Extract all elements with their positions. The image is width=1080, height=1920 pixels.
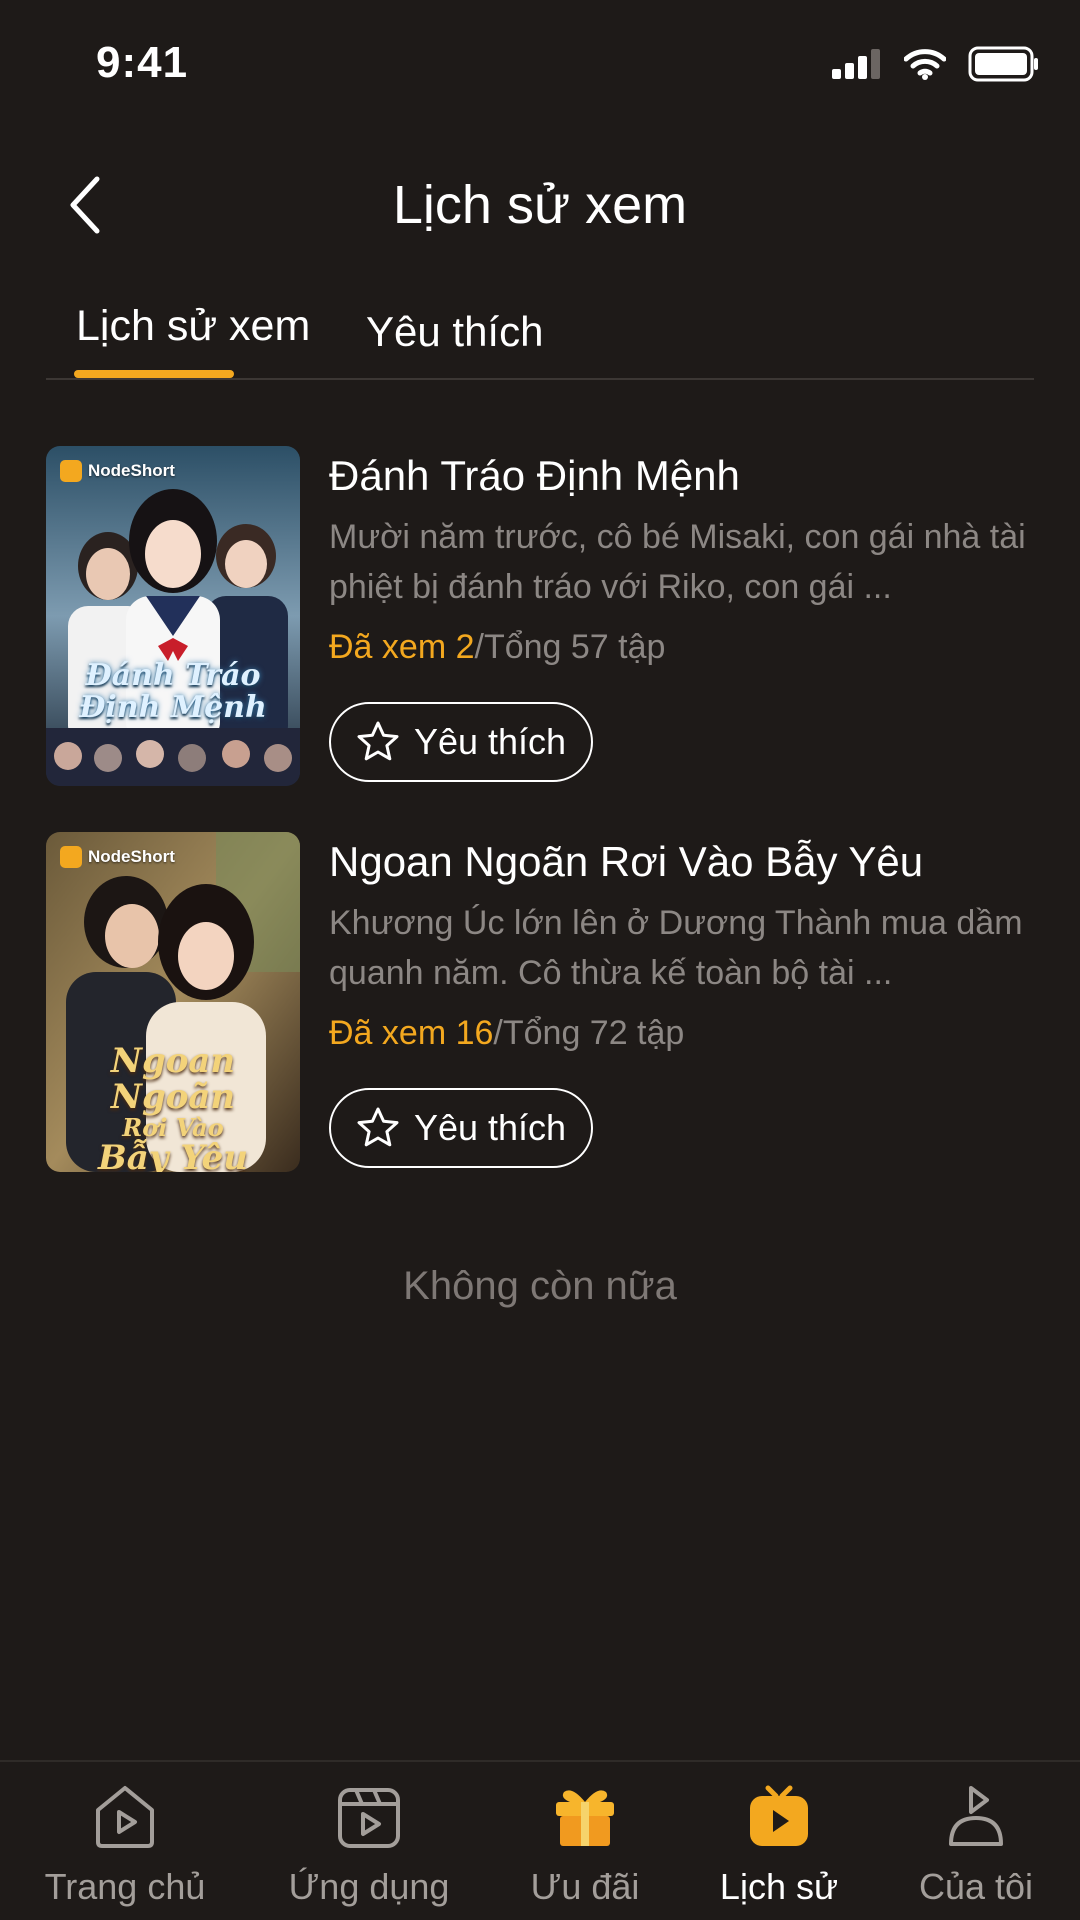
brand-logo-icon — [60, 460, 82, 482]
status-bar: 9:41 — [0, 0, 1080, 130]
poster-title-line: Ngoan Ngoãn — [110, 1041, 236, 1117]
favorite-button[interactable]: Yêu thích — [329, 702, 593, 782]
list-item: NodeShort Ngoan Ngoãn Rơi Vào Bẫy Yêu Ng… — [46, 832, 1036, 1172]
list-item: NodeShort Đánh Tráo Định Mệnh Đánh Tráo … — [46, 446, 1036, 786]
drama-description: Khương Úc lớn lên ở Dương Thành mua dầm … — [329, 904, 1023, 992]
active-tab-indicator — [74, 370, 234, 378]
poster-image[interactable]: NodeShort Đánh Tráo Định Mệnh — [46, 446, 300, 786]
watch-progress: Đã xem 16/Tổng 72 tập — [329, 1008, 1029, 1058]
end-of-list-text: Không còn nữa — [403, 1264, 677, 1308]
page-title: Lịch sử xem — [392, 175, 688, 235]
watch-history-screen: 9:41 Lịch sử xem Lịch sử xem Yêu thích N… — [0, 0, 1080, 1920]
profile-icon — [949, 1786, 1003, 1846]
nav-label: Ưu đãi — [530, 1866, 640, 1907]
poster-title-line: Bẫy Yêu — [97, 1137, 249, 1172]
poster-brand-text: NodeShort — [88, 461, 175, 480]
nav-item-profile[interactable]: Của tôi — [876, 1780, 1076, 1908]
nav-label: Của tôi — [918, 1866, 1034, 1907]
tv-play-icon — [750, 1785, 808, 1846]
clapperboard-icon — [338, 1788, 400, 1848]
poster-title: Ngoan Ngoãn Rơi Vào Bẫy Yêu — [46, 1041, 300, 1172]
tab-watch-history[interactable]: Lịch sử xem — [76, 302, 310, 351]
gift-icon — [556, 1790, 614, 1846]
brand-logo-icon — [60, 846, 82, 868]
nav-item-offers[interactable]: Ưu đãi — [485, 1780, 685, 1908]
episodes-watched: Đã xem 16 — [329, 1014, 494, 1052]
poster-title-line: Định Mệnh — [79, 689, 267, 725]
tab-favorites[interactable]: Yêu thích — [366, 308, 543, 356]
signal-icon — [832, 49, 882, 84]
poster-title-line: Rơi Vào — [122, 1113, 224, 1143]
bottom-nav: Trang chủ Ứng dụng Ưu đãi Lịch sử Của tô… — [0, 1760, 1080, 1920]
drama-title[interactable]: Đánh Tráo Định Mệnh — [329, 446, 1029, 506]
header: Lịch sử xem — [0, 150, 1080, 260]
watch-progress: Đã xem 2/Tổng 57 tập — [329, 622, 1029, 672]
favorite-button[interactable]: Yêu thích — [329, 1088, 593, 1168]
poster-image[interactable]: NodeShort Ngoan Ngoãn Rơi Vào Bẫy Yêu — [46, 832, 300, 1172]
poster-title: Đánh Tráo Định Mệnh — [46, 660, 300, 723]
nav-item-home[interactable]: Trang chủ — [25, 1780, 225, 1908]
tab-bar: Lịch sử xem Yêu thích — [46, 290, 1034, 380]
star-icon — [357, 1107, 399, 1147]
episodes-total: /Tổng 72 tập — [493, 1014, 685, 1052]
item-info: Ngoan Ngoãn Rơi Vào Bẫy Yêu Khương Úc lớ… — [329, 832, 1029, 1168]
drama-description: Mười năm trước, cô bé Misaki, con gái nh… — [329, 518, 1026, 606]
poster-brand-text: NodeShort — [88, 847, 175, 866]
history-list: NodeShort Đánh Tráo Định Mệnh Đánh Tráo … — [46, 446, 1036, 1218]
drama-title[interactable]: Ngoan Ngoãn Rơi Vào Bẫy Yêu — [329, 832, 1029, 892]
nav-item-apps[interactable]: Ứng dụng — [269, 1780, 469, 1908]
status-icons — [832, 46, 1040, 87]
star-icon — [357, 721, 399, 761]
episodes-watched: Đã xem 2 — [329, 628, 475, 666]
nav-item-history[interactable]: Lịch sử — [679, 1780, 879, 1908]
item-info: Đánh Tráo Định Mệnh Mười năm trước, cô b… — [329, 446, 1029, 782]
home-play-icon — [96, 1786, 154, 1848]
nav-label: Ứng dụng — [288, 1866, 450, 1907]
nav-label: Trang chủ — [44, 1866, 206, 1907]
poster-brand: NodeShort — [60, 460, 175, 482]
poster-title-line: Đánh Tráo — [85, 658, 261, 693]
battery-icon — [968, 46, 1040, 87]
status-time: 9:41 — [96, 38, 189, 87]
poster-brand: NodeShort — [60, 846, 175, 868]
episodes-total: /Tổng 57 tập — [474, 628, 666, 666]
wifi-icon — [903, 48, 947, 85]
favorite-label: Yêu thích — [413, 721, 567, 762]
favorite-label: Yêu thích — [413, 1107, 567, 1148]
nav-label: Lịch sử — [719, 1866, 839, 1907]
